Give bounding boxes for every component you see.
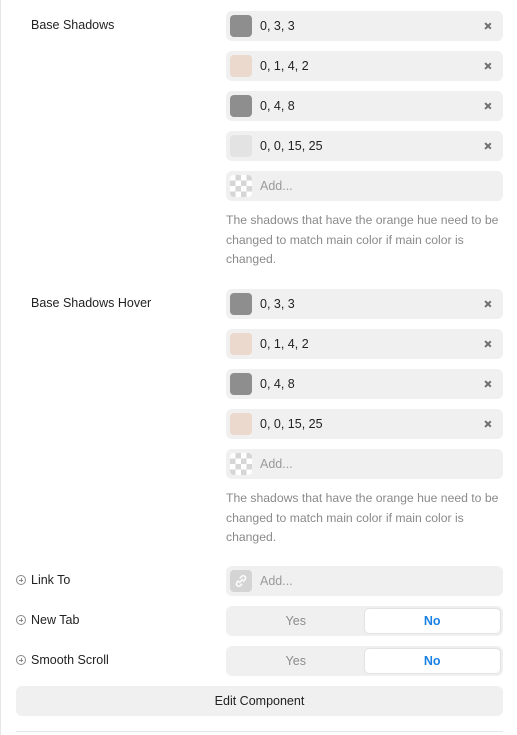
smooth-scroll-toggle[interactable]: Yes No (226, 646, 503, 676)
link-to-field[interactable]: Add... (226, 566, 503, 596)
base-shadows-hover-label: Base Shadows Hover (31, 296, 152, 310)
remove-icon[interactable] (481, 337, 495, 351)
new-tab-row-label: New Tab (16, 613, 79, 627)
remove-icon[interactable] (481, 19, 495, 33)
add-shadow-field[interactable]: Add... (226, 449, 503, 479)
color-swatch[interactable] (230, 15, 252, 37)
new-tab-yes-option[interactable]: Yes (228, 608, 364, 634)
shadow-item[interactable]: 0, 0, 15, 25 (226, 409, 503, 439)
base-shadows-hover-list: 0, 3, 3 0, 1, 4, 2 0, 4, 8 0, 0, 15, 25 … (226, 289, 503, 489)
shadow-item[interactable]: 0, 3, 3 (226, 11, 503, 41)
new-tab-toggle[interactable]: Yes No (226, 606, 503, 636)
color-swatch[interactable] (230, 95, 252, 117)
plus-circle-icon[interactable] (16, 615, 26, 625)
edit-component-button[interactable]: Edit Component (16, 686, 503, 716)
smooth-scroll-label: Smooth Scroll (31, 653, 109, 667)
shadow-value: 0, 4, 8 (260, 377, 295, 391)
color-swatch[interactable] (230, 413, 252, 435)
shadow-item[interactable]: 0, 1, 4, 2 (226, 51, 503, 81)
link-icon (230, 570, 252, 592)
new-tab-no-option[interactable]: No (363, 608, 501, 634)
smooth-scroll-no-option[interactable]: No (363, 648, 501, 674)
remove-icon[interactable] (481, 297, 495, 311)
remove-icon[interactable] (481, 417, 495, 431)
add-shadow-field[interactable]: Add... (226, 171, 503, 201)
base-shadows-hover-help-text: The shadows that have the orange hue nee… (226, 491, 499, 544)
divider (16, 731, 503, 732)
shadow-item[interactable]: 0, 4, 8 (226, 91, 503, 121)
color-swatch[interactable] (230, 373, 252, 395)
color-swatch[interactable] (230, 135, 252, 157)
remove-icon[interactable] (481, 59, 495, 73)
color-swatch[interactable] (230, 55, 252, 77)
link-to-label: Link To (31, 573, 71, 587)
plus-circle-icon[interactable] (16, 575, 26, 585)
shadow-value: 0, 1, 4, 2 (260, 59, 309, 73)
color-swatch[interactable] (230, 453, 252, 475)
shadow-value: 0, 1, 4, 2 (260, 337, 309, 351)
color-swatch[interactable] (230, 333, 252, 355)
color-swatch[interactable] (230, 175, 252, 197)
add-placeholder: Add... (260, 457, 293, 471)
shadow-value: 0, 0, 15, 25 (260, 139, 323, 153)
new-tab-label: New Tab (31, 613, 80, 627)
base-shadows-help-text: The shadows that have the orange hue nee… (226, 213, 499, 266)
plus-circle-icon[interactable] (16, 655, 26, 665)
smooth-scroll-row-label: Smooth Scroll (16, 653, 109, 667)
shadow-item[interactable]: 0, 4, 8 (226, 369, 503, 399)
shadow-value: 0, 0, 15, 25 (260, 417, 323, 431)
remove-icon[interactable] (481, 377, 495, 391)
link-to-row-label: Link To (16, 573, 70, 587)
shadow-item[interactable]: 0, 3, 3 (226, 289, 503, 319)
link-to-placeholder: Add... (260, 574, 293, 588)
base-shadows-label: Base Shadows (31, 18, 115, 32)
base-shadows-list: 0, 3, 3 0, 1, 4, 2 0, 4, 8 0, 0, 15, 25 … (226, 11, 503, 211)
add-placeholder: Add... (260, 179, 293, 193)
shadow-value: 0, 3, 3 (260, 19, 295, 33)
shadow-value: 0, 3, 3 (260, 297, 295, 311)
shadow-value: 0, 4, 8 (260, 99, 295, 113)
remove-icon[interactable] (481, 99, 495, 113)
color-swatch[interactable] (230, 293, 252, 315)
smooth-scroll-yes-option[interactable]: Yes (228, 648, 364, 674)
remove-icon[interactable] (481, 139, 495, 153)
shadow-item[interactable]: 0, 1, 4, 2 (226, 329, 503, 359)
panel-left-border (0, 0, 1, 735)
shadow-item[interactable]: 0, 0, 15, 25 (226, 131, 503, 161)
